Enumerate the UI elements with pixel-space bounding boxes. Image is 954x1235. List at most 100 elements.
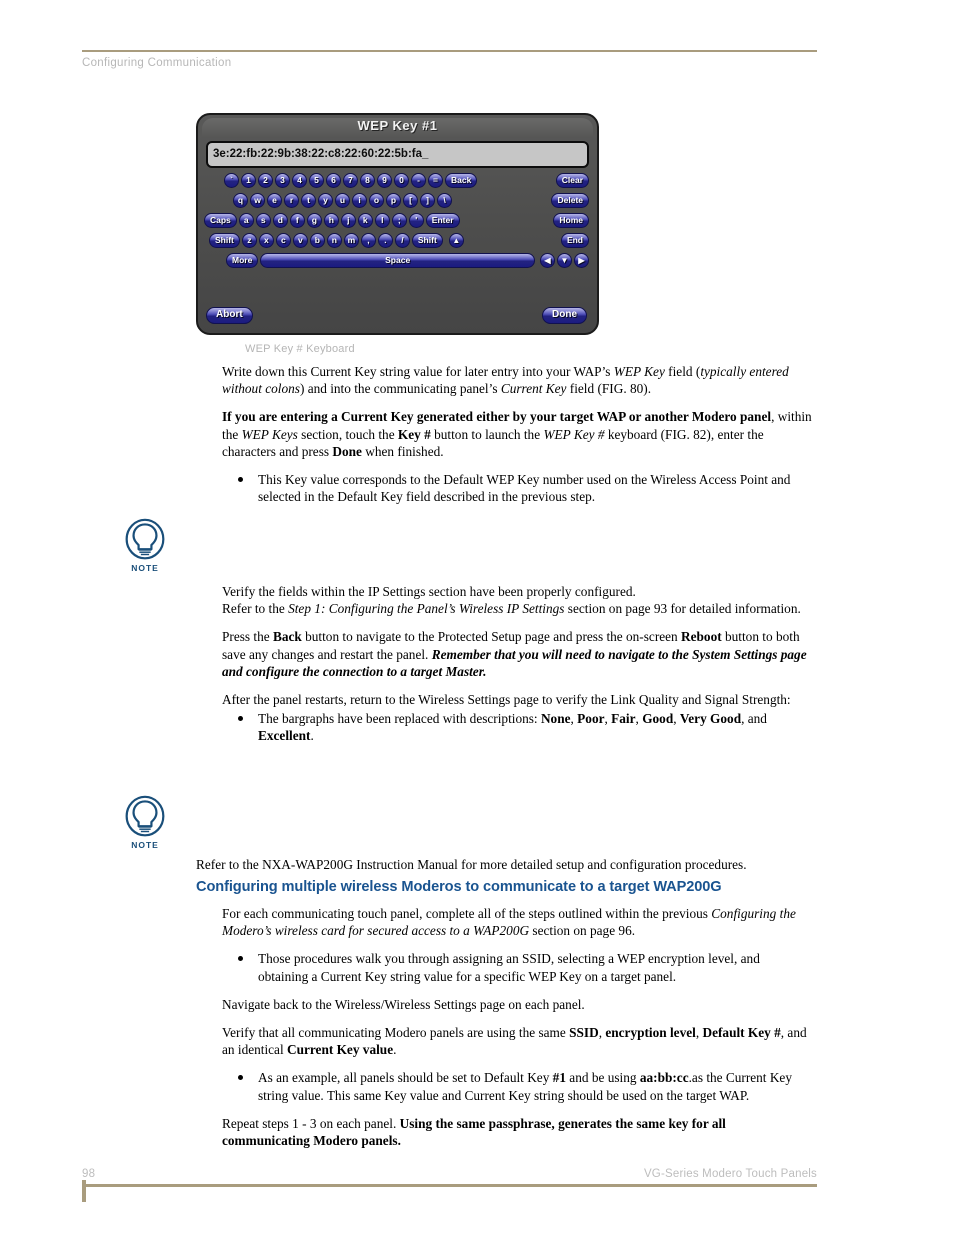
key-1[interactable]: 1: [241, 173, 256, 188]
page-number: 98: [82, 1168, 96, 1180]
key-2[interactable]: 2: [258, 173, 273, 188]
key-shift-right[interactable]: Shift: [411, 233, 443, 248]
key-d[interactable]: d: [272, 213, 288, 228]
key-m[interactable]: m: [343, 233, 359, 248]
p2-bold-done: Done: [332, 443, 362, 459]
key-x[interactable]: x: [258, 233, 274, 248]
key-e[interactable]: e: [267, 193, 282, 208]
wep-key-input[interactable]: 3e:22:fb:22:9b:38:22:c8:22:60:22:5b:fa_: [206, 141, 589, 168]
p9-end: .: [393, 1042, 397, 1058]
key-6[interactable]: 6: [326, 173, 341, 188]
key-space[interactable]: Space: [260, 253, 535, 268]
b2-end: .: [310, 728, 314, 744]
key-equals[interactable]: =: [428, 173, 443, 188]
key-7[interactable]: 7: [343, 173, 358, 188]
arrow-right-icon[interactable]: ▶: [574, 253, 589, 268]
key-q[interactable]: q: [233, 193, 248, 208]
key-j[interactable]: j: [340, 213, 356, 228]
key-delete[interactable]: Delete: [551, 193, 589, 208]
b2-bold-very-good: Very Good: [679, 711, 742, 727]
arrow-left-icon[interactable]: ◀: [540, 253, 555, 268]
key-backslash[interactable]: \: [437, 193, 452, 208]
key-end[interactable]: End: [560, 233, 589, 248]
p3-text-a: Refer to the: [222, 601, 289, 617]
key-more[interactable]: More: [226, 253, 259, 268]
lightbulb-note-icon: [125, 795, 165, 837]
key-v[interactable]: v: [292, 233, 308, 248]
p3-line1: Verify the fields within the IP Settings…: [222, 584, 636, 599]
key-9[interactable]: 9: [377, 173, 392, 188]
key-0[interactable]: 0: [394, 173, 409, 188]
paragraph-refer-nxa-manual: Refer to the NXA-WAP200G Instruction Man…: [196, 856, 816, 873]
key-minus[interactable]: -: [411, 173, 426, 188]
abort-button[interactable]: Abort: [206, 306, 253, 324]
body-block-2: Verify the fields within the IP Settings…: [222, 583, 812, 745]
key-clear[interactable]: Clear: [555, 173, 589, 188]
p9-text-a: Verify that all communicating Modero pan…: [222, 1025, 570, 1041]
key-n[interactable]: n: [326, 233, 342, 248]
key-5[interactable]: 5: [309, 173, 324, 188]
key-period[interactable]: .: [377, 233, 393, 248]
key-t[interactable]: t: [301, 193, 316, 208]
footer-rule: [82, 1184, 817, 1187]
key-k[interactable]: k: [357, 213, 373, 228]
key-h[interactable]: h: [323, 213, 339, 228]
footer-rule-tab: [82, 1180, 86, 1202]
keyboard-row-4: Shift z x c v b n m , . / Shift ▲ End: [198, 232, 597, 249]
p4-bold-reboot: Reboot: [681, 629, 722, 645]
key-c[interactable]: c: [275, 233, 291, 248]
key-l[interactable]: l: [374, 213, 390, 228]
p2-italic-wep-keys: WEP Keys: [241, 426, 298, 442]
p1-italic-wep-key: WEP Key: [613, 364, 665, 379]
key-z[interactable]: z: [241, 233, 257, 248]
bullet-dot-icon: [238, 715, 243, 721]
paragraph-navigate-back: Navigate back to the Wireless/Wireless S…: [222, 996, 812, 1013]
note-label-2: NOTE: [131, 840, 159, 850]
key-b[interactable]: b: [309, 233, 325, 248]
keyboard-row-5: More Space ◀ ▼ ▶: [198, 252, 597, 269]
key-comma[interactable]: ,: [360, 233, 376, 248]
paragraph-press-back: Press the Back button to navigate to the…: [222, 628, 812, 680]
key-bracket-left[interactable]: [: [403, 193, 418, 208]
key-bracket-right[interactable]: ]: [420, 193, 435, 208]
key-p[interactable]: p: [386, 193, 401, 208]
key-o[interactable]: o: [369, 193, 384, 208]
key-caps[interactable]: Caps: [204, 213, 237, 228]
keyboard-panel: WEP Key #1 3e:22:fb:22:9b:38:22:c8:22:60…: [196, 113, 599, 335]
key-semicolon[interactable]: ;: [391, 213, 407, 228]
p9-bold-encryption-level: encryption level: [605, 1025, 696, 1041]
b4-text-b: and be using: [565, 1070, 640, 1086]
key-shift-left[interactable]: Shift: [209, 233, 240, 248]
key-u[interactable]: u: [335, 193, 350, 208]
key-8[interactable]: 8: [360, 173, 375, 188]
arrow-down-icon[interactable]: ▼: [557, 253, 572, 268]
key-a[interactable]: a: [238, 213, 254, 228]
keyboard-row-3: Caps a s d f g h j k l ; ' Enter Home: [198, 212, 597, 229]
key-s[interactable]: s: [255, 213, 271, 228]
key-apostrophe[interactable]: ': [408, 213, 424, 228]
key-home[interactable]: Home: [553, 213, 589, 228]
bullet-item-key-value: This Key value corresponds to the Defaul…: [222, 471, 812, 505]
key-backtick[interactable]: `: [224, 173, 239, 188]
p2-text-c: button to launch the: [430, 426, 544, 442]
p1-italic-current-key: Current Key: [500, 381, 567, 397]
arrow-up-icon[interactable]: ▲: [448, 233, 464, 248]
key-3[interactable]: 3: [275, 173, 290, 188]
key-i[interactable]: i: [352, 193, 367, 208]
key-w[interactable]: w: [250, 193, 265, 208]
key-enter[interactable]: Enter: [425, 213, 460, 228]
p8-text: Navigate back to the Wireless/Wireless S…: [222, 996, 585, 1012]
paragraph-for-each-panel: For each communicating touch panel, comp…: [222, 905, 812, 939]
key-4[interactable]: 4: [292, 173, 307, 188]
footer-row: 98 VG-Series Modero Touch Panels: [82, 1168, 817, 1184]
key-slash[interactable]: /: [394, 233, 410, 248]
note-callout-1: NOTE: [117, 518, 173, 573]
key-f[interactable]: f: [289, 213, 305, 228]
key-back[interactable]: Back: [445, 173, 478, 188]
key-g[interactable]: g: [306, 213, 322, 228]
key-r[interactable]: r: [284, 193, 299, 208]
p1-text-a: Write down this Current Key string value…: [222, 364, 614, 379]
done-button[interactable]: Done: [542, 306, 587, 324]
key-y[interactable]: y: [318, 193, 333, 208]
b3-text: Those procedures walk you through assign…: [258, 951, 760, 984]
